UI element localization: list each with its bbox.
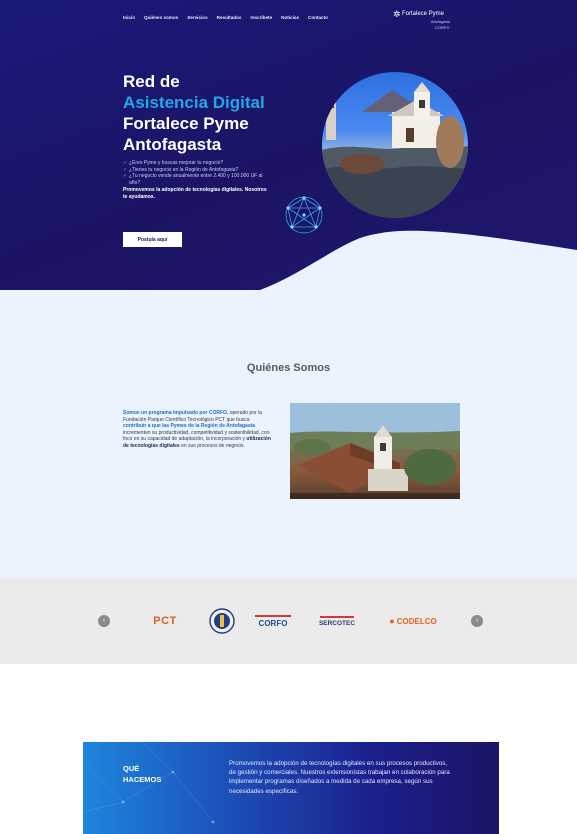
main-nav: Inicio Quiénes somos Servicios Resultado…: [123, 15, 328, 20]
hero-title-line1: Red de: [123, 72, 180, 91]
hero-title: Red de Asistencia Digital Fortalece Pyme…: [123, 71, 265, 155]
hero-title-line4: Antofagasta: [123, 135, 222, 154]
nav-item-contacto[interactable]: Contacto: [308, 15, 328, 20]
postula-button[interactable]: Postula aquí: [123, 232, 182, 247]
nav-item-inicio[interactable]: Inicio: [123, 15, 135, 20]
church-illustration-icon: [322, 82, 468, 218]
quienes-text-end: en sus procesos de negocio.: [181, 442, 245, 449]
logo-sercotec-text: SERCOTEC: [318, 619, 356, 627]
quienes-text-highlight: Somos un programa impulsado por CORFO,: [123, 410, 229, 416]
logo-pct-text: PCT: [153, 615, 177, 627]
nav-item-servicios[interactable]: Servicios: [187, 15, 207, 20]
codelco-mark-icon: ●: [389, 616, 395, 626]
quienes-text-bold1: contribuir a que las Pymes de la Región …: [123, 423, 256, 430]
quienes-video[interactable]: [290, 403, 460, 499]
que-title-line2: HACEMOS: [123, 775, 162, 784]
quienes-somos-text: Somos un programa impulsado por CORFO, o…: [123, 410, 271, 450]
sercotec-flag-bar: [320, 615, 354, 618]
hero-wave-shape: [260, 230, 577, 290]
corfo-flag-bar: [255, 614, 291, 617]
logo-pct: PCT: [134, 609, 196, 633]
network-graphic-icon: [285, 196, 323, 234]
carousel-next-button[interactable]: ›: [471, 615, 483, 627]
hero-strong-text: Promovemos la adopción de tecnologías di…: [123, 187, 267, 200]
brand-mark-icon: ✲: [393, 9, 401, 19]
hero-bullet: ¿Tu negocio vende anualmente entre 2.400…: [123, 173, 268, 186]
brand-logo[interactable]: ✲ Fortalece Pyme Antofagasta CORFO: [393, 9, 463, 33]
logo-corfo-text: CORFO: [258, 618, 288, 628]
hero-title-line3: Fortalece Pyme: [123, 114, 249, 133]
que-title-line1: QUÉ: [123, 764, 140, 773]
logo-codelco: ● CODELCO: [377, 609, 449, 633]
hero-title-line2: Asistencia Digital: [123, 93, 265, 112]
nav-item-inscribete[interactable]: Inscríbete: [250, 15, 272, 20]
carousel-prev-button[interactable]: ‹: [98, 615, 110, 627]
quienes-somos-section: Quiénes Somos Somos un programa impulsad…: [0, 290, 577, 578]
que-hacemos-text: Promovemos la adopción de tecnologías di…: [229, 760, 450, 795]
hero-section: Inicio Quiénes somos Servicios Resultado…: [0, 0, 577, 290]
hero-copy: ¿Eres Pyme y buscas mejorar tu negocio? …: [123, 160, 268, 200]
quienes-somos-title: Quiénes Somos: [246, 362, 331, 374]
ucn-seal-icon: [209, 608, 235, 634]
logo-corfo: CORFO: [248, 609, 298, 633]
nav-item-quienes-somos[interactable]: Quiénes somos: [144, 15, 178, 20]
video-controls-bar[interactable]: [290, 493, 460, 499]
logo-sercotec: SERCOTEC: [312, 609, 362, 633]
logo-codelco-text: CODELCO: [396, 616, 437, 626]
que-hacemos-title: QUÉ HACEMOS: [123, 763, 161, 785]
brand-name: Fortalece Pyme: [402, 11, 445, 17]
que-hacemos-section: QUÉ HACEMOS Promovemos la adopción de te…: [0, 664, 577, 834]
brand-code: CORFO: [435, 25, 450, 30]
que-hacemos-card: QUÉ HACEMOS Promovemos la adopción de te…: [83, 742, 499, 834]
nav-item-noticias[interactable]: Noticias: [281, 15, 299, 20]
logo-ucn: [207, 608, 237, 634]
hero-photo-church: [322, 72, 468, 218]
brand-tagline: Antofagasta: [431, 20, 450, 24]
partners-carousel: ‹ PCT CORFO SERCOTEC ● CODELCO ›: [0, 578, 577, 664]
aerial-church-image: [290, 403, 460, 493]
nav-item-resultados[interactable]: Resultados: [217, 15, 242, 20]
